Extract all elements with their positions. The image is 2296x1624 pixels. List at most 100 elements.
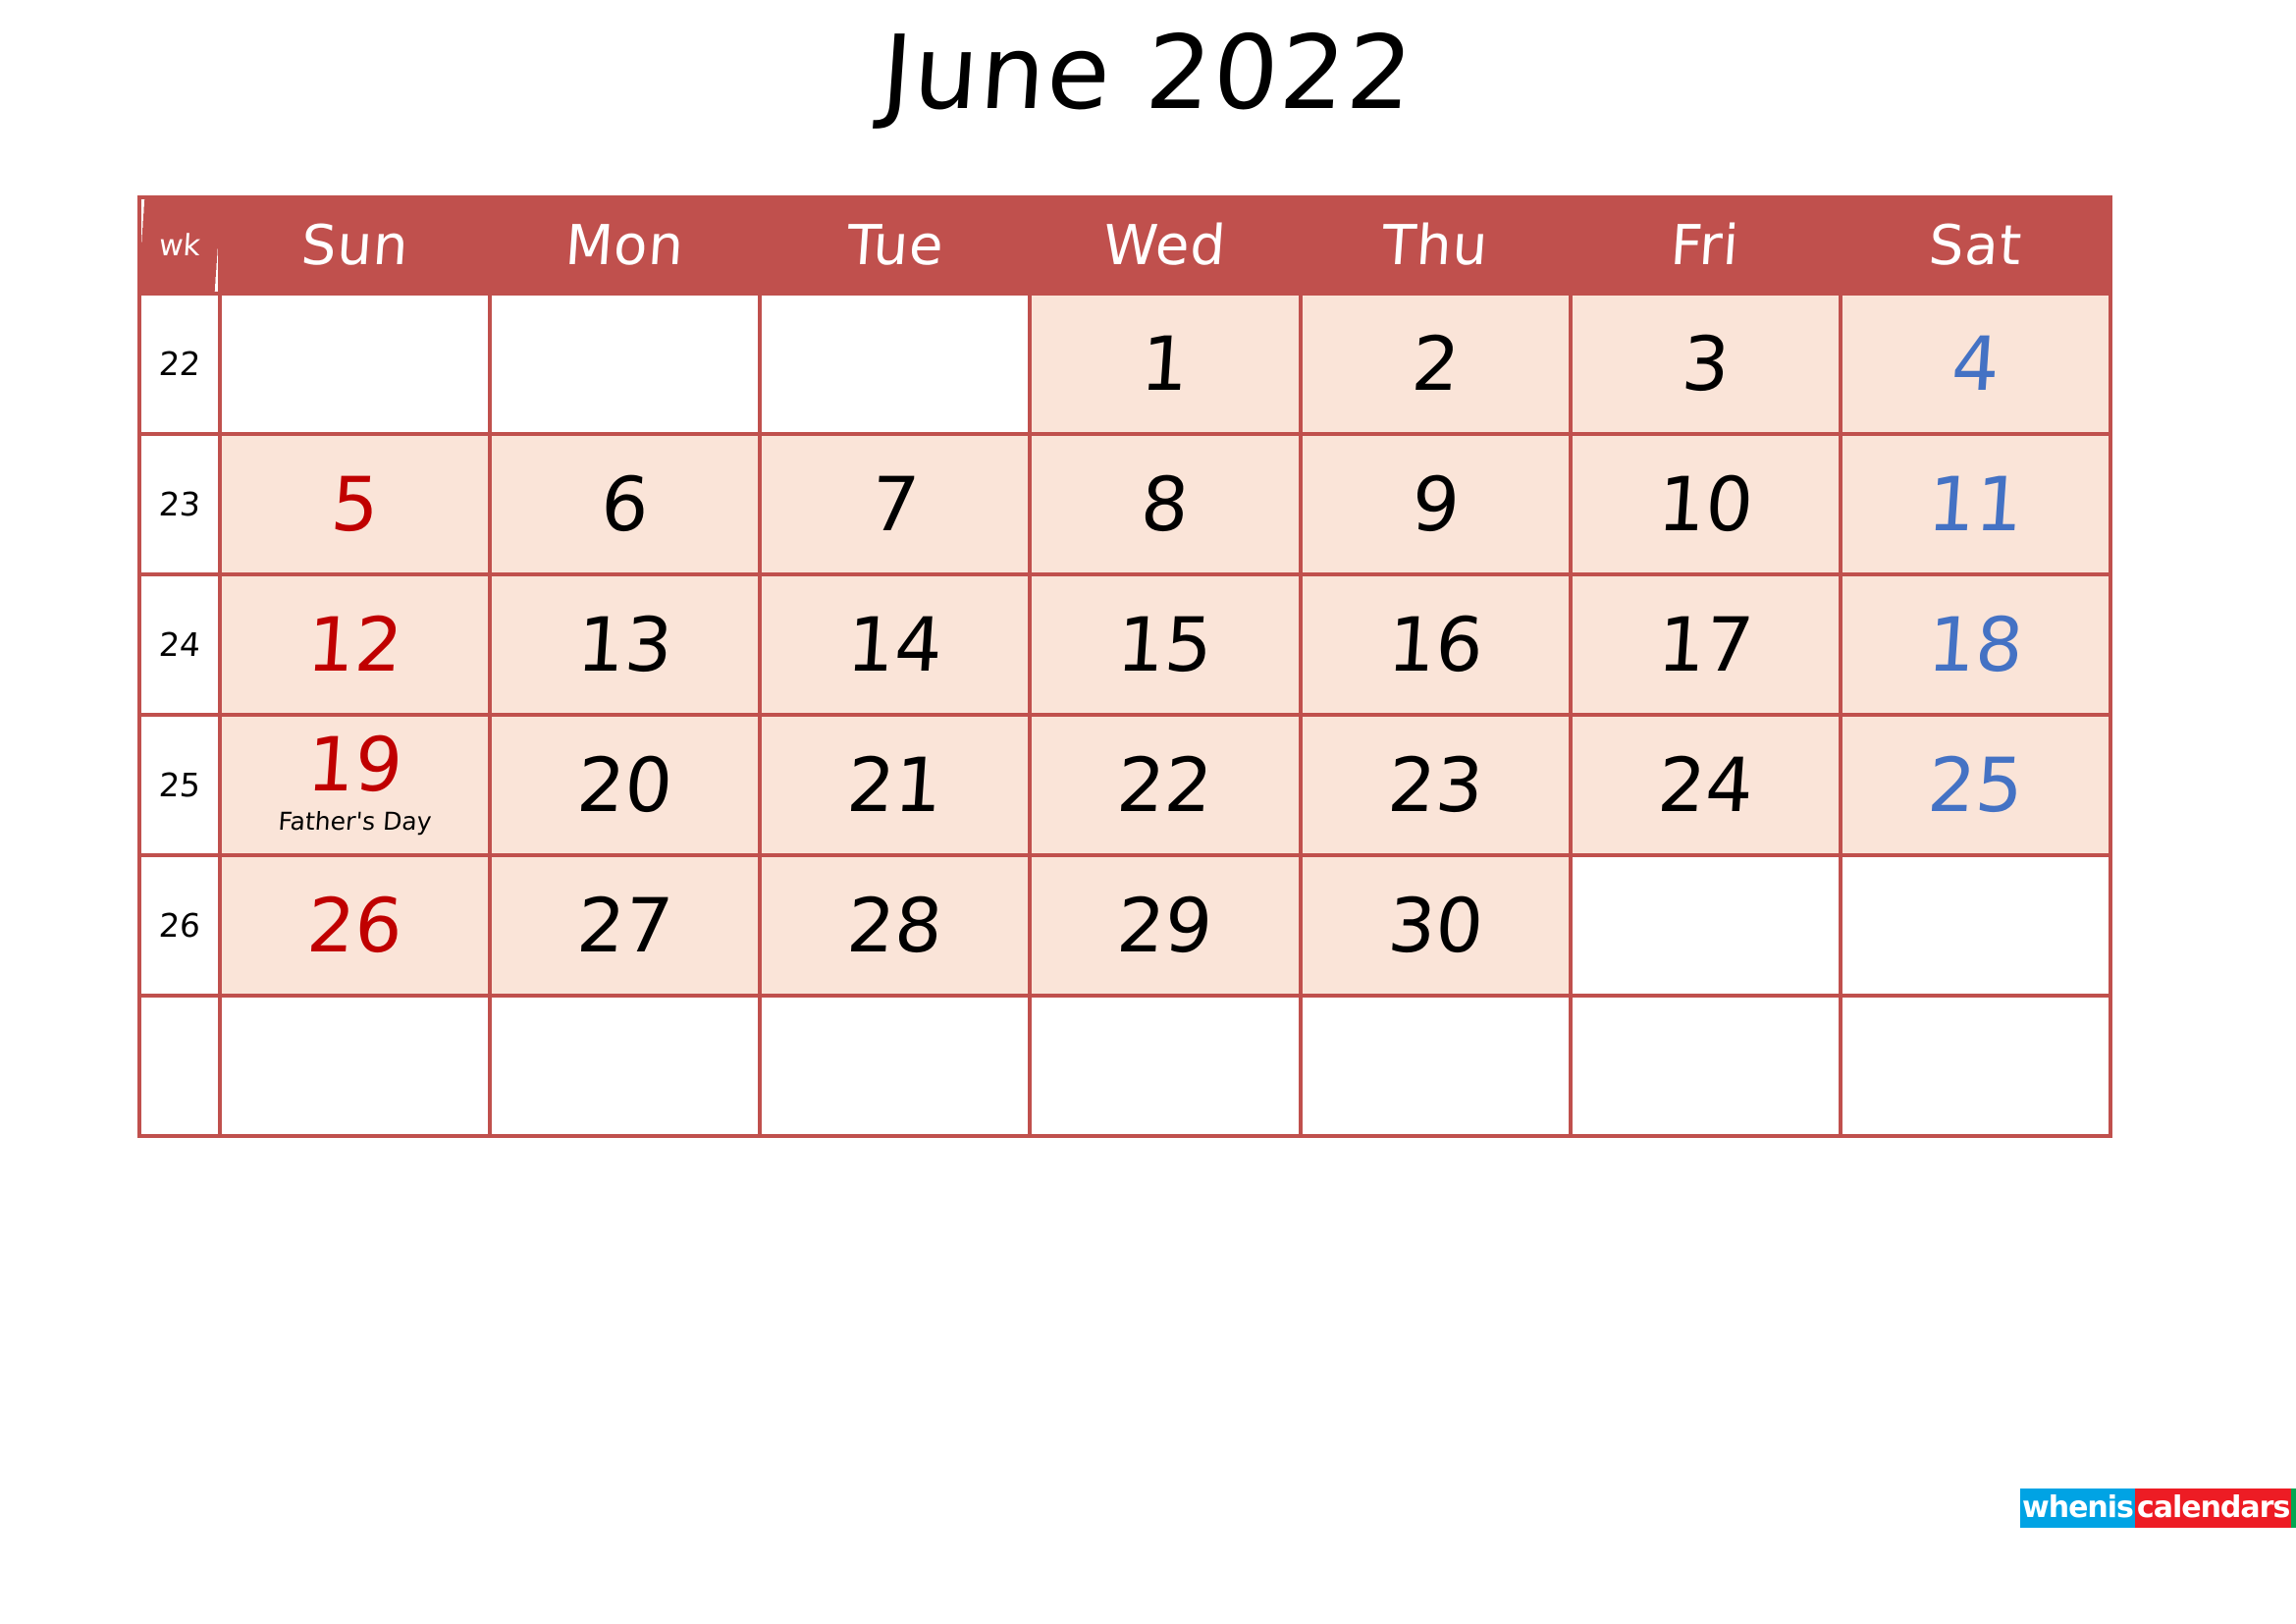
weekday-header-wed-label: Wed	[1101, 213, 1229, 278]
day-cell[interactable]	[1568, 853, 1842, 998]
calendar-grid: wk Sun Mon Tue Wed Thu Fri Sat 22 1 2 3 4 23 5…	[135, 195, 2113, 1138]
day-cell[interactable]: 20	[488, 713, 763, 857]
calendar-week-row	[137, 994, 2113, 1138]
day-number: 16	[1384, 600, 1486, 688]
calendar-body: 22 1 2 3 4 23 5 6 7 8 9 10 11 24 12 13 14 15 16 17 18 25 19 Fat…	[137, 292, 2113, 1138]
day-cell[interactable]: 9	[1298, 432, 1573, 576]
day-cell[interactable]: 10	[1568, 432, 1842, 576]
day-cell[interactable]: 7	[758, 432, 1033, 576]
day-number: 29	[1114, 881, 1216, 969]
weekday-header-thu-label: Thu	[1379, 213, 1491, 278]
week-number-cell: 23	[137, 432, 222, 576]
weekday-header-sun: Sun	[217, 195, 493, 296]
day-cell[interactable]: 15	[1028, 572, 1303, 717]
calendar-week-row: 22 1 2 3 4	[137, 292, 2113, 436]
day-cell[interactable]: 12	[217, 572, 493, 717]
site-logo-part-whenis: whenis	[2020, 1489, 2135, 1528]
day-number: 1	[1138, 319, 1193, 407]
day-number: 27	[574, 881, 676, 969]
day-cell[interactable]	[1028, 994, 1303, 1138]
holiday-label: Father's Day	[277, 806, 433, 836]
day-number: 6	[598, 460, 653, 548]
day-number: 20	[574, 740, 676, 829]
day-cell[interactable]: 29	[1028, 853, 1303, 998]
day-number: 25	[1924, 740, 2026, 829]
day-cell[interactable]: 2	[1298, 292, 1573, 436]
day-number: 12	[304, 600, 406, 688]
day-cell[interactable]	[1568, 994, 1842, 1138]
day-cell[interactable]: 30	[1298, 853, 1573, 998]
day-cell[interactable]	[758, 292, 1033, 436]
calendar-week-row: 25 19 Father's Day 20 21 22 23 24 25	[137, 713, 2113, 857]
week-number-label: 22	[157, 345, 202, 383]
calendar-week-row: 24 12 13 14 15 16 17 18	[137, 572, 2113, 717]
day-cell[interactable]	[1838, 853, 2113, 998]
day-cell[interactable]: 27	[488, 853, 763, 998]
weekday-header-sat-label: Sat	[1926, 213, 2025, 278]
day-number: 15	[1114, 600, 1216, 688]
page-title: June 2022	[878, 13, 1418, 133]
week-number-label: 26	[157, 906, 202, 945]
day-number: 2	[1408, 319, 1463, 407]
day-cell[interactable]: 19 Father's Day	[217, 713, 493, 857]
day-number: 11	[1924, 460, 2026, 548]
week-number-column-header: wk	[135, 197, 224, 294]
day-number: 23	[1384, 740, 1486, 829]
site-logo-part-calendars: calendars	[2134, 1489, 2292, 1528]
day-cell[interactable]: 23	[1298, 713, 1573, 857]
day-cell[interactable]	[488, 292, 763, 436]
day-number: 28	[844, 881, 946, 969]
calendar-week-row: 26 26 27 28 29 30	[137, 853, 2113, 998]
day-cell[interactable]	[217, 994, 493, 1138]
day-number: 26	[304, 881, 406, 969]
day-number: 7	[868, 460, 923, 548]
site-logo-part-com: .com	[2291, 1489, 2296, 1528]
day-cell[interactable]: 1	[1028, 292, 1303, 436]
weekday-header-sat: Sat	[1838, 195, 2113, 296]
day-number: 18	[1924, 600, 2026, 688]
day-cell[interactable]: 6	[488, 432, 763, 576]
day-number: 8	[1138, 460, 1193, 548]
week-number-cell	[137, 994, 222, 1138]
week-number-cell: 22	[137, 292, 222, 436]
day-cell[interactable]	[1838, 994, 2113, 1138]
day-cell[interactable]: 28	[758, 853, 1033, 998]
day-cell[interactable]: 14	[758, 572, 1033, 717]
day-cell[interactable]: 8	[1028, 432, 1303, 576]
day-number: 14	[844, 600, 946, 688]
week-number-cell: 25	[137, 713, 222, 857]
day-cell[interactable]	[488, 994, 763, 1138]
day-number: 19	[304, 720, 406, 808]
day-number: 5	[328, 460, 382, 548]
weekday-header-fri: Fri	[1568, 195, 1842, 296]
day-cell[interactable]: 5	[217, 432, 493, 576]
weekday-header-fri-label: Fri	[1669, 213, 1742, 278]
day-cell[interactable]	[758, 994, 1033, 1138]
day-cell[interactable]: 24	[1568, 713, 1842, 857]
weekday-header-mon: Mon	[488, 195, 763, 296]
weekday-header-thu: Thu	[1298, 195, 1573, 296]
day-cell[interactable]: 18	[1838, 572, 2113, 717]
day-number: 30	[1384, 881, 1486, 969]
day-number: 13	[574, 600, 676, 688]
day-number: 4	[1949, 319, 2002, 407]
day-cell[interactable]: 17	[1568, 572, 1842, 717]
day-number: 10	[1654, 460, 1756, 548]
day-cell[interactable]: 16	[1298, 572, 1573, 717]
day-cell[interactable]: 21	[758, 713, 1033, 857]
day-cell[interactable]: 3	[1568, 292, 1842, 436]
site-logo[interactable]: whenis calendars .com	[2020, 1489, 2296, 1528]
day-number: 24	[1654, 740, 1756, 829]
day-cell[interactable]: 11	[1838, 432, 2113, 576]
day-cell[interactable]: 4	[1838, 292, 2113, 436]
day-number: 9	[1408, 460, 1463, 548]
week-number-label: 24	[157, 625, 202, 664]
day-cell[interactable]: 22	[1028, 713, 1303, 857]
day-cell[interactable]: 13	[488, 572, 763, 717]
week-number-cell: 26	[137, 853, 222, 998]
day-cell[interactable]	[217, 292, 493, 436]
day-cell[interactable]: 26	[217, 853, 493, 998]
week-number-label: 23	[157, 485, 202, 523]
day-cell[interactable]	[1298, 994, 1573, 1138]
day-cell[interactable]: 25	[1838, 713, 2113, 857]
